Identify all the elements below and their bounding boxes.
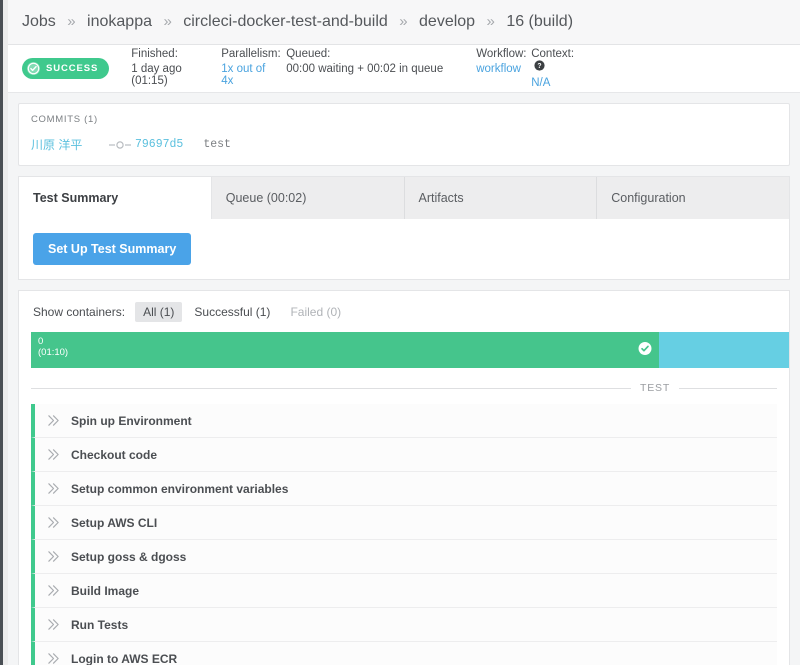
double-chevron-right-icon[interactable] [35,516,71,529]
build-step-row[interactable]: Setup common environment variables [31,472,777,506]
breadcrumb-bar: Jobs » inokappa » circleci-docker-test-a… [8,0,800,45]
commits-card: COMMITS (1) 川原 洋平 79697d5 test [18,103,790,166]
build-step-row[interactable]: Setup AWS CLI [31,506,777,540]
build-steps-card: TEST Spin up Environment Checkout code S… [18,368,790,665]
meta-workflow-value[interactable]: workflow [476,63,523,75]
status-badge: SUCCESS [22,58,110,79]
tab-configuration[interactable]: Configuration [597,177,789,219]
meta-workflow-label: Workflow: [476,48,527,60]
meta-context: Context: ? N/A [531,48,591,89]
meta-queued: Queued: 00:00 waiting + 00:02 in queue [286,48,476,75]
meta-finished-value: 1 day ago (01:15) [131,63,182,87]
breadcrumb-item-repo[interactable]: circleci-docker-test-and-build [183,13,388,30]
breadcrumb-separator: » [399,13,408,30]
build-step-name: Setup AWS CLI [71,515,158,530]
meta-queued-value: 00:00 waiting + 00:02 in queue [286,63,444,75]
container-bar-card: 0 (01:10) [18,332,790,368]
breadcrumb-separator: » [486,13,495,30]
build-step-name: Build Image [71,583,140,598]
commit-hash[interactable]: 79697d5 [135,138,183,151]
build-step-row[interactable]: Run Tests [31,608,777,642]
job-tabs: Test Summary Queue (00:02) Artifacts Con… [18,176,790,219]
build-step-row[interactable]: Setup goss & dgoss [31,540,777,574]
sidebar-gutter [3,0,8,665]
container-index-label: 0 [38,336,44,347]
container-bar[interactable]: 0 (01:10) [31,332,789,368]
commit-author[interactable]: 川原 洋平 [31,136,109,153]
breadcrumb: Jobs » inokappa » circleci-docker-test-a… [22,13,573,31]
commits-title: COMMITS (1) [31,114,98,125]
check-circle-icon [27,62,40,75]
check-circle-icon [638,342,652,359]
svg-text:?: ? [538,63,542,70]
meta-context-value[interactable]: N/A [531,77,583,89]
double-chevron-right-icon[interactable] [35,652,71,665]
divider-rule-left [31,387,631,389]
set-up-test-summary-button[interactable]: Set Up Test Summary [33,233,192,265]
question-mark-circle-icon[interactable]: ? [534,60,545,74]
steps-section-label: TEST [640,382,671,394]
container-duration-label: (01:10) [38,347,69,358]
divider-rule-right [679,387,777,389]
meta-parallelism: Parallelism: 1x out of 4x [221,48,286,87]
meta-context-label: Context: ? [531,48,583,74]
tab-label: Test Summary [33,191,119,205]
double-chevron-right-icon[interactable] [35,550,71,563]
status-badge-label: SUCCESS [46,63,99,74]
container-bar-success-segment[interactable]: 0 (01:10) [31,332,659,368]
tab-queue[interactable]: Queue (00:02) [211,177,405,219]
build-step-name: Spin up Environment [71,413,192,428]
filter-chip-successful[interactable]: Successful (1) [186,302,278,322]
meta-finished-label: Finished: [131,48,178,60]
tab-label: Queue (00:02) [225,191,307,205]
container-bar-remaining-segment[interactable] [659,332,789,368]
commit-message: test [203,138,231,151]
show-containers-label: Show containers: [33,305,126,319]
build-step-name: Checkout code [71,447,158,462]
double-chevron-right-icon[interactable] [35,414,71,427]
meta-parallelism-label: Parallelism: [221,48,281,60]
build-step-name: Setup goss & dgoss [71,549,187,564]
double-chevron-right-icon[interactable] [35,584,71,597]
meta-finished: Finished: 1 day ago (01:15) [131,48,221,87]
breadcrumb-item-jobs[interactable]: Jobs [22,13,56,30]
test-summary-panel: Set Up Test Summary [18,219,790,280]
breadcrumb-separator: » [163,13,172,30]
filter-chip-failed[interactable]: Failed (0) [282,302,349,322]
build-step-row[interactable]: Build Image [31,574,777,608]
double-chevron-right-icon[interactable] [35,482,71,495]
breadcrumb-item-branch[interactable]: develop [419,13,475,30]
steps-section-divider: TEST [31,378,777,404]
build-step-row[interactable]: Checkout code [31,438,777,472]
commit-row: 川原 洋平 79697d5 test [31,136,777,153]
tab-label: Artifacts [418,191,464,205]
meta-workflow: Workflow: workflow [476,48,531,75]
breadcrumb-item-org[interactable]: inokappa [87,13,152,30]
breadcrumb-item-build[interactable]: 16 (build) [506,13,573,30]
build-step-name: Login to AWS ECR [71,651,178,665]
job-detail-page: Jobs » inokappa » circleci-docker-test-a… [8,0,800,665]
meta-queued-label: Queued: [286,48,331,60]
build-step-name: Setup common environment variables [71,481,289,496]
breadcrumb-separator: » [67,13,76,30]
tab-test-summary[interactable]: Test Summary [19,177,212,219]
build-step-name: Run Tests [71,617,129,632]
collapsed-sidebar-rail [0,0,3,665]
build-step-row[interactable]: Login to AWS ECR [31,642,777,665]
build-meta-group: Finished: 1 day ago (01:15) Parallelism:… [131,48,786,89]
build-step-row[interactable]: Spin up Environment [31,404,777,438]
double-chevron-right-icon[interactable] [35,448,71,461]
containers-filter-bar: Show containers: All (1) Successful (1) … [18,290,790,332]
build-status-strip: SUCCESS Finished: 1 day ago (01:15) Para… [8,45,800,93]
tab-label: Configuration [611,191,686,205]
filter-chip-all[interactable]: All (1) [135,302,183,322]
tab-artifacts[interactable]: Artifacts [404,177,598,219]
double-chevron-right-icon[interactable] [35,618,71,631]
commit-node-icon [109,140,135,150]
meta-parallelism-value[interactable]: 1x out of 4x [221,63,278,87]
